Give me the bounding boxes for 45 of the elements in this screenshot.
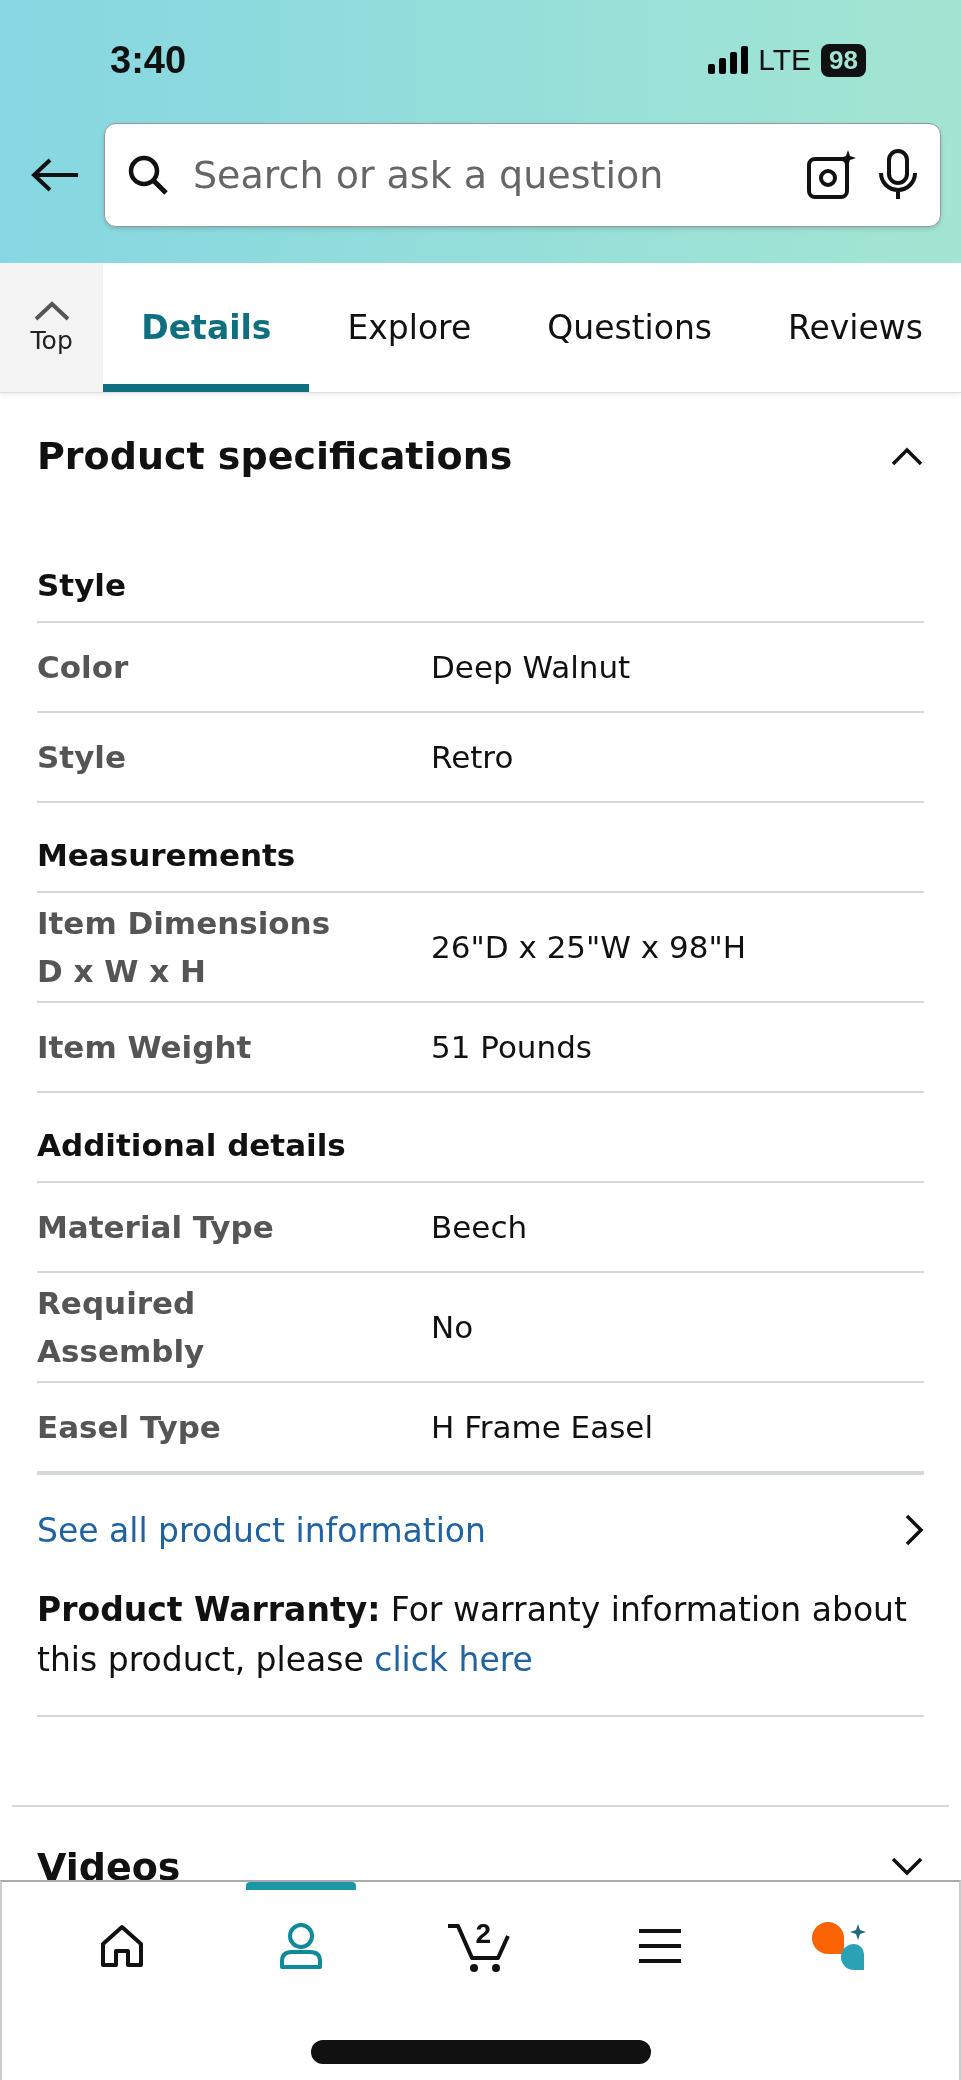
chevron-icon bbox=[890, 446, 924, 466]
signal-icon bbox=[708, 46, 749, 74]
back-button[interactable] bbox=[30, 157, 80, 193]
home-icon bbox=[98, 1923, 145, 1969]
spec-label: Item Weight bbox=[37, 1028, 253, 1067]
chevron-icon bbox=[890, 1857, 924, 1877]
tab[interactable]: Details bbox=[103, 263, 310, 392]
spec-value: Retro bbox=[431, 739, 515, 775]
status-time: 3:40 bbox=[110, 38, 187, 82]
chevron-right-icon bbox=[904, 1513, 924, 1547]
warranty-text: Product Warranty: For warranty information about this product, please click here bbox=[37, 1589, 908, 1681]
spec-value: 26"D x 25"W x 98"H bbox=[431, 929, 748, 965]
person-icon bbox=[278, 1921, 325, 1971]
spec-value: No bbox=[431, 1309, 475, 1345]
section-header[interactable]: Videos bbox=[37, 1807, 924, 1880]
see-all-link[interactable]: See all product information bbox=[37, 1475, 924, 1585]
section-header[interactable]: Product specifications bbox=[37, 393, 924, 485]
tab[interactable]: Reviews bbox=[750, 263, 961, 392]
top-button[interactable]: Top bbox=[0, 263, 104, 392]
cart-nav-button[interactable]: 2 bbox=[425, 1882, 536, 2002]
microphone-icon[interactable] bbox=[878, 149, 918, 201]
cart-count: 2 bbox=[475, 1918, 492, 1950]
group-heading: Measurements bbox=[37, 836, 297, 875]
spec-label: Style bbox=[37, 738, 127, 777]
spec-value: Beech bbox=[431, 1209, 529, 1245]
search-icon bbox=[127, 154, 169, 196]
spec-label: Color bbox=[37, 648, 130, 687]
spec-label: Item Dimensions D x W x H bbox=[37, 904, 332, 991]
camera-icon[interactable] bbox=[806, 150, 856, 200]
click-here-link[interactable]: click here bbox=[374, 1640, 533, 1679]
group-heading: Style bbox=[37, 566, 127, 605]
group-heading: Additional details bbox=[37, 1126, 347, 1165]
search-field[interactable]: Search or ask a question bbox=[104, 123, 941, 227]
battery-level: 98 bbox=[821, 43, 866, 77]
menu-icon bbox=[636, 1928, 683, 1964]
spec-value: Deep Walnut bbox=[431, 649, 632, 685]
chevron-up-icon bbox=[32, 300, 71, 322]
spec-label: Material Type bbox=[37, 1208, 275, 1247]
network-label: LTE bbox=[758, 43, 812, 77]
tab[interactable]: Questions bbox=[509, 263, 751, 392]
tab[interactable]: Explore bbox=[309, 263, 510, 392]
spec-value: 51 Pounds bbox=[431, 1029, 593, 1065]
spec-value: H Frame Easel bbox=[431, 1409, 655, 1445]
spec-label: Required Assembly bbox=[37, 1284, 206, 1371]
spec-label: Easel Type bbox=[37, 1408, 222, 1447]
